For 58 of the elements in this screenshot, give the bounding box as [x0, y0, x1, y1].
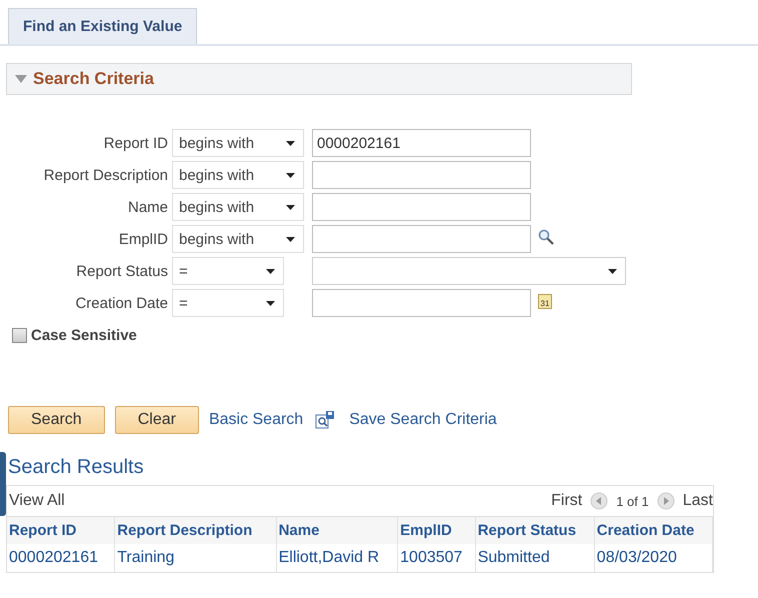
field-label: EmplID	[118, 230, 169, 248]
results-title: Search Results	[8, 456, 145, 479]
status-dropdown[interactable]	[312, 257, 626, 285]
operator-dropdown[interactable]: begins with	[172, 225, 304, 253]
section-title: Search Criteria	[33, 69, 154, 89]
first-link[interactable]: First	[551, 492, 582, 510]
field-label: Report Status	[75, 262, 169, 280]
caret-icon	[608, 268, 617, 274]
save-search-icon[interactable]	[315, 410, 336, 430]
operator-dropdown[interactable]: =	[172, 257, 284, 285]
clear-button[interactable]: Clear	[114, 406, 199, 434]
checkbox-label: Case Sensitive	[31, 327, 137, 344]
table-cell[interactable]: Submitted	[475, 544, 594, 572]
column-header[interactable]: EmplID	[398, 517, 476, 544]
column-header[interactable]: Creation Date	[594, 517, 712, 544]
operator-dropdown[interactable]: begins with	[172, 161, 304, 189]
column-header[interactable]: Name	[276, 517, 398, 544]
field-label: Report ID	[102, 134, 169, 152]
value-field[interactable]	[312, 161, 531, 189]
previous-icon[interactable]	[590, 492, 608, 510]
tab[interactable]: Find an Existing Value	[8, 8, 198, 44]
operator-dropdown[interactable]: =	[172, 289, 284, 317]
search-button[interactable]: Search	[8, 406, 105, 434]
page-count: 1 of 1	[616, 494, 649, 508]
search-icon[interactable]	[538, 229, 554, 245]
table-cell[interactable]: 08/03/2020	[594, 544, 712, 572]
caret-icon	[286, 140, 295, 146]
caret-icon	[286, 204, 295, 210]
checkbox[interactable]	[12, 328, 27, 343]
field-label: Report Description	[42, 166, 169, 184]
save-criteria-link[interactable]: Save Search Criteria	[349, 411, 497, 429]
operator-dropdown[interactable]: begins with	[172, 129, 304, 157]
value-field[interactable]	[312, 225, 531, 253]
side-handle[interactable]	[0, 452, 6, 516]
last-link[interactable]: Last	[682, 492, 713, 510]
operator-dropdown[interactable]: begins with	[172, 193, 304, 221]
caret-icon	[286, 236, 295, 242]
table-cell[interactable]: 0000202161	[7, 544, 115, 572]
column-header[interactable]: Report Status	[475, 517, 594, 544]
caret-icon	[266, 300, 275, 306]
caret-icon	[286, 172, 295, 178]
table-cell[interactable]: 1003507	[398, 544, 476, 572]
field-label: Creation Date	[74, 294, 169, 312]
table-cell[interactable]: Training	[114, 544, 276, 572]
value-field[interactable]	[312, 289, 531, 317]
view-all-link[interactable]: View All	[9, 492, 65, 510]
calendar-icon[interactable]: 31	[538, 293, 552, 309]
collapse-icon	[15, 75, 27, 83]
column-header[interactable]: Report Description	[114, 517, 276, 544]
section-header[interactable]: Search Criteria	[6, 63, 632, 95]
table-cell[interactable]: Elliott,David R	[276, 544, 398, 572]
basic-search-link[interactable]: Basic Search	[208, 411, 304, 429]
value-field[interactable]: 0000202161	[312, 129, 531, 157]
column-header[interactable]: Report ID	[7, 517, 115, 544]
value-field[interactable]	[312, 193, 531, 221]
caret-icon	[266, 268, 275, 274]
next-icon[interactable]	[656, 492, 675, 510]
field-label: Name	[126, 198, 169, 216]
